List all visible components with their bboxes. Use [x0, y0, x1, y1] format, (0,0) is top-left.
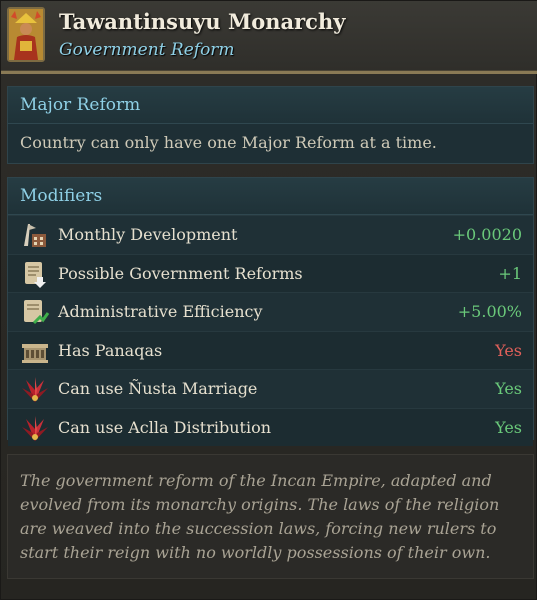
reform-description: The government reform of the Incan Empir… — [7, 454, 534, 579]
modifier-row-monthly-development: Monthly Development +0.0020 — [8, 215, 533, 254]
modifier-row-has-panaqas: Has Panaqas Yes — [8, 330, 533, 369]
modifier-value: Yes — [495, 417, 522, 437]
modifiers-heading: Modifiers — [8, 178, 533, 215]
modifier-label: Administrative Efficiency — [58, 302, 263, 321]
reform-scroll-icon — [20, 259, 50, 289]
reform-title: Tawantinsuyu Monarchy — [59, 9, 346, 34]
modifier-value: +5.00% — [457, 302, 522, 321]
reform-tooltip: Tawantinsuyu Monarchy Government Reform … — [0, 0, 537, 600]
major-reform-panel: Major Reform Country can only have one M… — [7, 86, 534, 164]
feather-emblem-icon — [20, 374, 50, 404]
modifier-label: Has Panaqas — [58, 340, 163, 360]
modifiers-panel: Modifiers Monthly Development +0.0020 Po… — [7, 177, 534, 446]
modifier-value: Yes — [495, 379, 522, 398]
tooltip-header: Tawantinsuyu Monarchy Government Reform — [1, 1, 537, 74]
modifier-row-nusta-marriage: Can use Ñusta Marriage Yes — [8, 369, 533, 408]
feather-emblem-icon — [20, 413, 50, 443]
modifier-label: Can use Aclla Distribution — [58, 417, 271, 437]
modifier-value: +0.0020 — [452, 225, 522, 244]
modifier-label: Can use Ñusta Marriage — [58, 379, 258, 398]
modifier-label: Monthly Development — [58, 225, 238, 244]
major-reform-heading: Major Reform — [8, 87, 533, 124]
major-reform-text: Country can only have one Major Reform a… — [20, 133, 437, 152]
inca-ruler-portrait-icon — [7, 7, 45, 62]
modifier-row-aclla-distribution: Can use Aclla Distribution Yes — [8, 407, 533, 446]
reform-subtitle: Government Reform — [59, 40, 235, 60]
modifier-row-admin-efficiency: Administrative Efficiency +5.00% — [8, 292, 533, 331]
modifier-row-possible-reforms: Possible Government Reforms +1 — [8, 253, 533, 292]
modifier-value: +1 — [498, 263, 522, 283]
development-icon — [20, 220, 50, 250]
modifiers-list: Monthly Development +0.0020 Possible Gov… — [8, 215, 533, 446]
modifier-label: Possible Government Reforms — [58, 263, 303, 283]
modifier-value: Yes — [495, 340, 522, 360]
admin-efficiency-icon — [20, 297, 50, 327]
panaqa-building-icon — [20, 336, 50, 366]
